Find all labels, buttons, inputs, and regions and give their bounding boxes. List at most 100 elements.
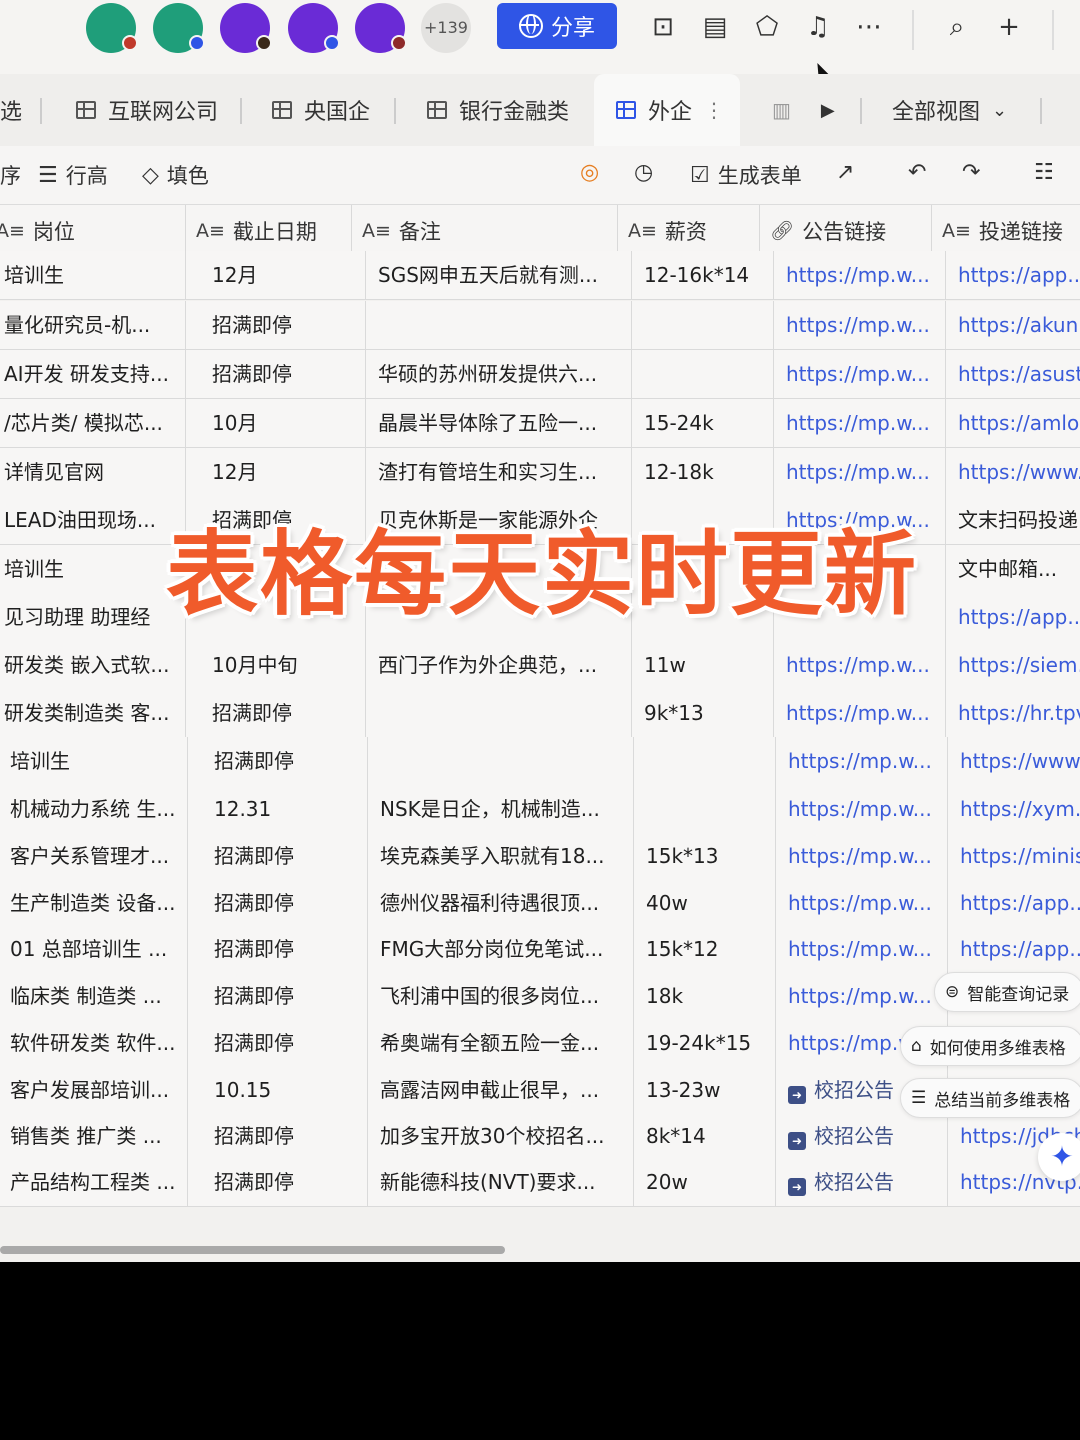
- fill-color-button[interactable]: ◇ 填色: [142, 160, 209, 190]
- cell-position[interactable]: 销售类 推广类 ...: [0, 1112, 188, 1160]
- collaborator-avatar[interactable]: [86, 3, 138, 53]
- cell-deadline[interactable]: 招满即停: [200, 350, 366, 398]
- cell-notes[interactable]: [368, 737, 634, 785]
- collaborator-avatar[interactable]: [355, 3, 407, 53]
- table-row[interactable]: AI开发 研发支持... 招满即停 华硕的苏州研发提供六... https://mp.…: [0, 350, 1080, 399]
- all-views-dropdown[interactable]: 全部视图 ⌄: [892, 74, 1007, 146]
- summarize-button[interactable]: ☰ 总结当前多维表格: [900, 1078, 1080, 1118]
- tab-overflow[interactable]: ▥ ▶: [772, 74, 835, 146]
- generate-form-button[interactable]: ☑ 生成表单: [690, 160, 802, 190]
- tab-internet-companies[interactable]: 互联网公司: [76, 74, 218, 146]
- table-row[interactable]: 产品结构工程类 ... 招满即停 新能德科技(NVT)要求... 20w ➜ 校招公告 ht…: [0, 1158, 1080, 1207]
- sort-button[interactable]: 序: [0, 160, 21, 190]
- plus-icon[interactable]: +: [994, 12, 1024, 42]
- cell-apply-link[interactable]: https://xym....: [948, 785, 1080, 833]
- cell-notes[interactable]: 新能德科技(NVT)要求...: [368, 1158, 634, 1206]
- cell-position[interactable]: /芯片类/ 模拟芯...: [0, 399, 186, 447]
- table-row[interactable]: 销售类 推广类 ... 招满即停 加多宝开放30个校招名... 8k*14 ➜ 校招公告 h…: [0, 1112, 1080, 1161]
- collaborator-avatar[interactable]: [153, 3, 205, 53]
- how-to-use-button[interactable]: ⌂ 如何使用多维表格: [900, 1026, 1080, 1066]
- cell-deadline[interactable]: 10.15: [202, 1066, 368, 1114]
- cell-position[interactable]: AI开发 研发支持...: [0, 350, 186, 398]
- cell-position[interactable]: 软件研发类 软件...: [0, 1019, 188, 1067]
- cell-announcement-link[interactable]: https://mp.w...: [776, 832, 948, 880]
- cell-apply-link[interactable]: https://app....: [948, 879, 1080, 927]
- cell-position[interactable]: 临床类 制造类 ...: [0, 972, 188, 1020]
- cell-apply-link[interactable]: https://amlo...: [946, 399, 1080, 447]
- table-row[interactable]: 详情见官网 12月 渣打有管培生和实习生... 12-18k https://mp.w.…: [0, 448, 1080, 497]
- column-header-notes[interactable]: A≡ 备注: [352, 205, 618, 257]
- cell-salary[interactable]: [634, 737, 776, 785]
- tab-menu-icon[interactable]: ⋮: [704, 98, 724, 122]
- cell-apply-link[interactable]: https://hr.tpv...: [946, 689, 1080, 737]
- cell-notes[interactable]: 华硕的苏州研发提供六...: [366, 350, 632, 398]
- cell-salary[interactable]: 11w: [632, 641, 774, 689]
- cell-salary[interactable]: 40w: [634, 879, 776, 927]
- column-header-announcement-link[interactable]: 🔗︎ 公告链接: [760, 205, 932, 257]
- cell-deadline[interactable]: 12.31: [202, 785, 368, 833]
- cell-apply-link[interactable]: https://www....: [948, 737, 1080, 785]
- cell-salary[interactable]: 18k: [634, 972, 776, 1020]
- cell-announcement-link[interactable]: https://mp.w...: [774, 448, 946, 496]
- cell-salary[interactable]: 13-23w: [634, 1066, 776, 1114]
- cell-position[interactable]: 机械动力系统 生...: [0, 785, 188, 833]
- table-row[interactable]: /芯片类/ 模拟芯... 10月 晶晨半导体除了五险一... 15-24k https:…: [0, 399, 1080, 448]
- collaborator-avatar[interactable]: [288, 3, 340, 53]
- cell-salary[interactable]: [632, 301, 774, 349]
- cell-deadline[interactable]: 12月: [200, 251, 366, 299]
- cell-salary[interactable]: [632, 350, 774, 398]
- ai-sparkle-icon[interactable]: ✦: [1038, 1133, 1080, 1181]
- cell-announcement-link[interactable]: https://mp.w...: [776, 972, 948, 1020]
- tab-state-enterprises[interactable]: 央国企: [272, 74, 370, 146]
- cell-deadline[interactable]: 招满即停: [200, 689, 366, 737]
- table-row[interactable]: 生产制造类 设备... 招满即停 德州仪器福利待遇很顶... 40w https://m…: [0, 879, 1080, 928]
- cell-position[interactable]: 客户关系管理才...: [0, 832, 188, 880]
- share-view-button[interactable]: ↗: [836, 160, 854, 185]
- cell-deadline[interactable]: 招满即停: [202, 972, 368, 1020]
- cell-position[interactable]: 客户发展部培训...: [0, 1066, 188, 1114]
- cell-announcement-link[interactable]: ➜ 校招公告: [776, 1112, 948, 1160]
- cell-apply-link[interactable]: https://app....: [948, 925, 1080, 973]
- cell-position[interactable]: 培训生: [0, 251, 186, 299]
- cell-position[interactable]: 研发类制造类 客...: [0, 689, 186, 737]
- cell-announcement-link[interactable]: https://mp.w...: [776, 785, 948, 833]
- column-header-salary[interactable]: A≡ 薪资: [618, 205, 760, 257]
- scroll-right-icon[interactable]: ▶: [821, 100, 835, 121]
- smart-query-button[interactable]: ⊜ 智能查询记录: [934, 972, 1080, 1012]
- cell-deadline[interactable]: 招满即停: [202, 1019, 368, 1067]
- cell-salary[interactable]: 15k*12: [634, 925, 776, 973]
- cell-announcement-link[interactable]: https://mp.w...: [776, 925, 948, 973]
- cell-position[interactable]: 量化研究员-机...: [0, 301, 186, 349]
- cell-deadline[interactable]: 招满即停: [202, 1112, 368, 1160]
- cell-salary[interactable]: [634, 785, 776, 833]
- cell-position[interactable]: 产品结构工程类 ...: [0, 1158, 188, 1206]
- cell-position[interactable]: 培训生: [0, 737, 188, 785]
- horizontal-scrollbar[interactable]: [0, 1246, 505, 1254]
- cell-apply-link[interactable]: 文末扫码投递: [946, 496, 1080, 544]
- cell-announcement-link[interactable]: https://mp.w...: [774, 301, 946, 349]
- cell-notes[interactable]: [366, 301, 632, 349]
- search-records-button[interactable]: ☷: [1034, 160, 1054, 185]
- cell-notes[interactable]: 渣打有管培生和实习生...: [366, 448, 632, 496]
- column-header-position[interactable]: A≡ 岗位: [0, 205, 186, 257]
- table-row[interactable]: 研发类 嵌入式软... 10月中旬 西门子作为外企典范，... 11w https://…: [0, 641, 1080, 690]
- column-header-apply-link[interactable]: A≡ 投递链接: [932, 205, 1080, 257]
- cell-notes[interactable]: SGS网申五天后就有测...: [366, 251, 632, 299]
- cell-salary[interactable]: 12-16k*14: [632, 251, 774, 299]
- cell-notes[interactable]: 希奥端有全额五险一金...: [368, 1019, 634, 1067]
- cell-announcement-link[interactable]: https://mp.w...: [774, 399, 946, 447]
- search-icon[interactable]: ⌕: [942, 12, 972, 42]
- cell-announcement-link[interactable]: https://mp.w...: [774, 641, 946, 689]
- cell-deadline[interactable]: 招满即停: [202, 832, 368, 880]
- cell-salary[interactable]: 19-24k*15: [634, 1019, 776, 1067]
- table-row[interactable]: 临床类 制造类 ... 招满即停 飞利浦中国的很多岗位... 18k https://m…: [0, 972, 1080, 1021]
- cell-apply-link[interactable]: 文中邮箱...: [946, 545, 1080, 593]
- cell-salary[interactable]: 12-18k: [632, 448, 774, 496]
- cell-deadline[interactable]: 招满即停: [202, 737, 368, 785]
- cell-position[interactable]: 研发类 嵌入式软...: [0, 641, 186, 689]
- robot-icon[interactable]: ⊡: [648, 12, 678, 42]
- table-row[interactable]: 培训生 12月 SGS网申五天后就有测... 12-16k*14 https://mp.…: [0, 251, 1080, 300]
- tab-foreign-enterprises[interactable]: 外企 ⋮: [594, 74, 740, 146]
- cell-apply-link[interactable]: https://akun...: [946, 301, 1080, 349]
- cell-apply-link[interactable]: https://sieme...: [946, 641, 1080, 689]
